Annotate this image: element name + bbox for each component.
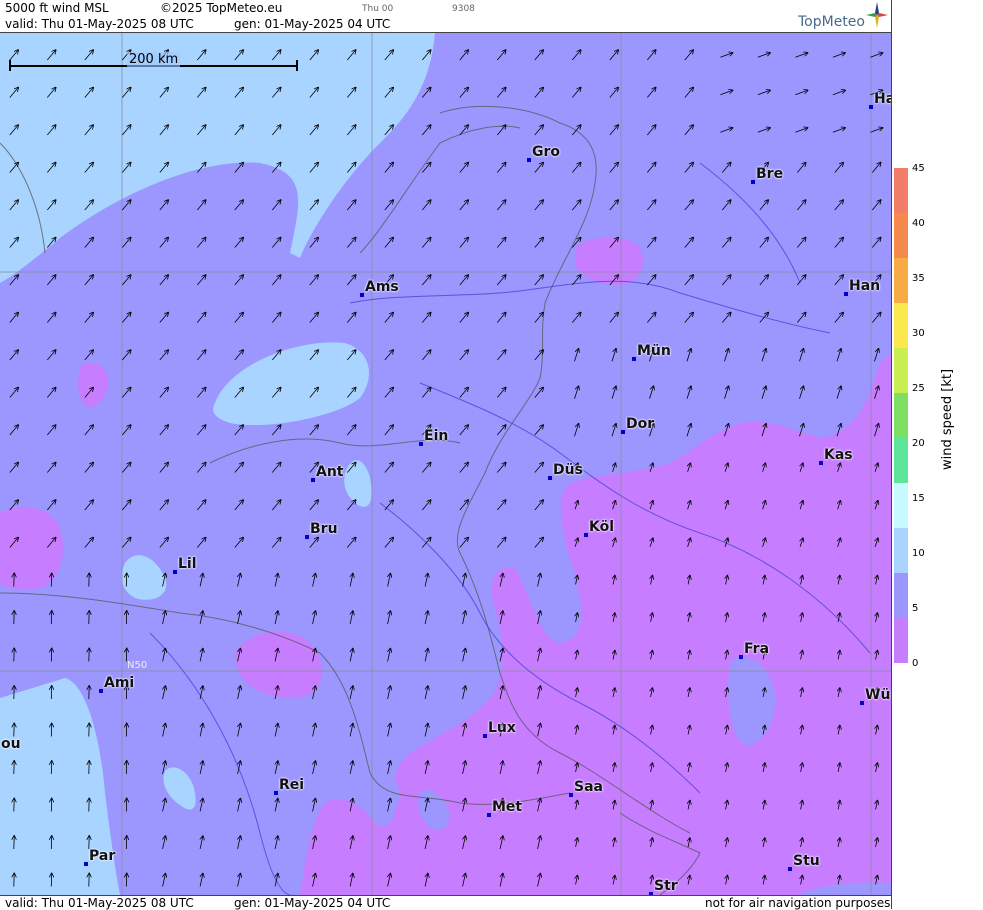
- city-label: Saa: [574, 779, 603, 795]
- footer-valid-time: valid: Thu 01-May-2025 08 UTC: [5, 896, 194, 910]
- legend-color-step: [894, 348, 908, 394]
- legend-title: wind speed [kt]: [940, 369, 955, 470]
- city-marker: [548, 476, 552, 480]
- legend-tick-label: 30: [912, 328, 925, 339]
- city-marker: [274, 791, 278, 795]
- city-label: Fra: [744, 641, 769, 657]
- city-label: Lil: [178, 556, 197, 572]
- city-marker: [632, 357, 636, 361]
- legend-tick-label: 25: [912, 383, 925, 394]
- city-label: Kas: [824, 447, 853, 463]
- city-label: Gro: [532, 144, 560, 160]
- scale-bar-label: 200 km: [127, 52, 180, 67]
- city-marker: [739, 655, 743, 659]
- city-label: Bre: [756, 166, 783, 182]
- city-label: Köl: [589, 519, 614, 535]
- footer-generated-time: gen: 01-May-2025 04 UTC: [234, 896, 390, 910]
- legend-tick-label: 45: [912, 163, 925, 174]
- legend-color-step: [894, 528, 908, 574]
- latitude-label: N50: [127, 660, 147, 671]
- city-label: Stu: [793, 853, 820, 869]
- valid-time: valid: Thu 01-May-2025 08 UTC: [5, 17, 194, 31]
- city-label: Bru: [310, 521, 338, 537]
- city-label: Wü: [865, 687, 890, 703]
- city-marker: [584, 533, 588, 537]
- product-title: 5000 ft wind MSL: [5, 1, 109, 15]
- city-marker: [419, 442, 423, 446]
- city-marker: [311, 478, 315, 482]
- city-marker: [869, 105, 873, 109]
- legend-color-step: [894, 483, 908, 529]
- city-marker: [751, 180, 755, 184]
- legend-color-step: [894, 303, 908, 349]
- copyright: ©2025 TopMeteo.eu: [160, 1, 282, 15]
- legend-color-step: [894, 393, 908, 439]
- generated-time: gen: 01-May-2025 04 UTC: [234, 17, 390, 31]
- footer-bar: valid: Thu 01-May-2025 08 UTC gen: 01-Ma…: [0, 895, 891, 910]
- city-label: Ein: [424, 428, 448, 444]
- city-label: Met: [492, 799, 522, 815]
- city-marker: [99, 689, 103, 693]
- city-marker: [788, 867, 792, 871]
- wind-map-canvas: [0, 33, 891, 895]
- city-label: Lux: [488, 720, 516, 736]
- run-code: 9308: [452, 4, 475, 14]
- city-label: Par: [89, 848, 115, 864]
- city-marker: [84, 862, 88, 866]
- city-marker: [569, 793, 573, 797]
- legend-color-step: [894, 213, 908, 259]
- city-label: Dor: [626, 416, 654, 432]
- legend-tick-label: 35: [912, 273, 925, 284]
- wind-map: 200 km N50 Gro Bre Ha Ams Han Mün Ein Dor Ant Düs…: [0, 33, 891, 895]
- footer-disclaimer: not for air navigation purposes: [705, 896, 890, 910]
- city-marker: [819, 461, 823, 465]
- legend-tick-label: 40: [912, 218, 925, 229]
- city-marker: [360, 293, 364, 297]
- legend-tick-label: 0: [912, 658, 918, 669]
- legend-color-step: [894, 573, 908, 619]
- header-bar: 5000 ft wind MSL ©2025 TopMeteo.eu Thu 0…: [0, 0, 891, 33]
- city-label: Ant: [316, 464, 344, 480]
- city-label: Ami: [104, 675, 134, 691]
- legend-tick-label: 20: [912, 438, 925, 449]
- legend-color-step: [894, 618, 908, 663]
- city-label: Ams: [365, 279, 399, 295]
- city-marker: [844, 292, 848, 296]
- brand-logo-text: TopMeteo: [798, 14, 865, 30]
- city-marker: [527, 158, 531, 162]
- city-label: ou: [1, 736, 21, 752]
- city-label: Rei: [279, 777, 304, 793]
- legend-tick-label: 15: [912, 493, 925, 504]
- run-day: Thu 00: [362, 4, 393, 14]
- city-label: Str: [654, 878, 678, 894]
- legend-color-step: [894, 258, 908, 304]
- compass-logo-icon: [866, 2, 888, 28]
- legend-color-step: [894, 438, 908, 484]
- city-marker: [305, 535, 309, 539]
- city-label: Ha: [874, 91, 891, 107]
- city-marker: [621, 430, 625, 434]
- legend-color-step: [894, 168, 908, 214]
- legend-colorbar: [894, 168, 908, 663]
- city-marker: [483, 734, 487, 738]
- legend-tick-label: 5: [912, 603, 918, 614]
- legend-tick-label: 10: [912, 548, 925, 559]
- city-marker: [860, 701, 864, 705]
- city-label: Düs: [553, 462, 583, 478]
- city-marker: [173, 570, 177, 574]
- city-label: Mün: [637, 343, 671, 359]
- city-marker: [487, 813, 491, 817]
- city-label: Han: [849, 278, 880, 294]
